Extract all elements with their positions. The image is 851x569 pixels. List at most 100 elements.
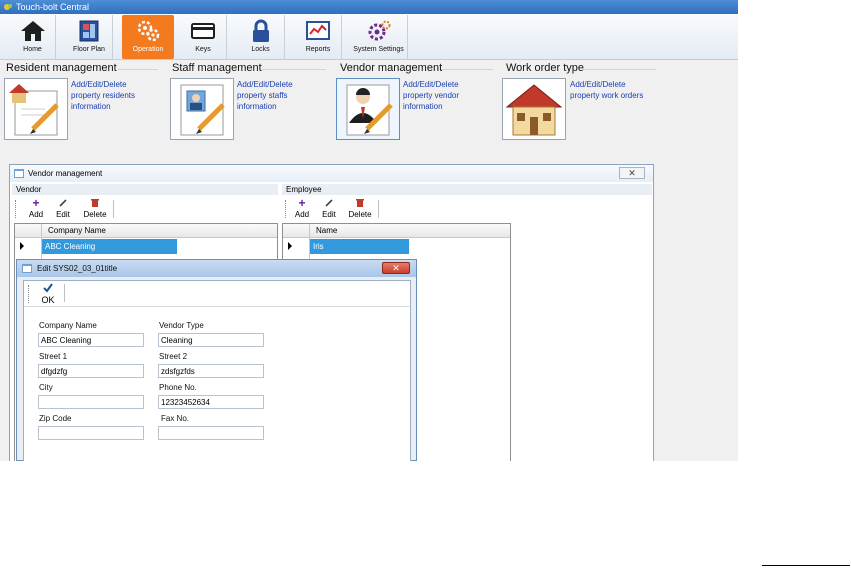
row-pointer-icon xyxy=(288,242,292,250)
resident-description: Add/Edit/Delete property residents infor… xyxy=(71,79,135,112)
toolbar-grip[interactable] xyxy=(15,200,18,218)
edit-vendor-dialog: Edit SYS02_03_01title ✕ OK Company Name … xyxy=(16,259,417,461)
section-title-work-order: Work order type xyxy=(506,62,585,74)
vendor-desc-line-2[interactable]: property vendor xyxy=(403,90,459,101)
pencil-icon xyxy=(59,199,67,207)
ribbon-reports-label: Reports xyxy=(305,46,331,53)
vendor-window-close-button[interactable]: ✕ xyxy=(619,167,645,179)
window-icon xyxy=(22,264,32,273)
ribbon-operation-button[interactable]: Operation xyxy=(122,15,174,59)
work-order-desc-line-1[interactable]: Add/Edit/Delete xyxy=(570,79,643,90)
employee-delete-button[interactable]: Delete xyxy=(345,197,375,221)
fax-input[interactable] xyxy=(158,426,264,440)
toolbar-separator xyxy=(64,284,65,302)
gears-icon xyxy=(137,20,160,42)
street2-input[interactable] xyxy=(158,364,264,378)
plus-icon: + xyxy=(32,196,40,210)
work-order-description: Add/Edit/Delete property work orders xyxy=(570,79,643,101)
section-divider xyxy=(262,69,326,70)
ribbon-home-label: Home xyxy=(23,46,42,53)
zip-code-label: Zip Code xyxy=(39,414,72,423)
section-divider xyxy=(118,69,158,70)
card-icon xyxy=(191,23,215,39)
edit-dialog-title-bar: Edit SYS02_03_01title ✕ xyxy=(17,260,416,277)
vendor-add-label: Add xyxy=(28,210,44,219)
employee-row[interactable]: Iris xyxy=(310,239,409,254)
vendor-type-input[interactable] xyxy=(158,333,264,347)
zip-code-input[interactable] xyxy=(38,426,144,440)
ribbon-system-settings-button[interactable]: System Settings xyxy=(350,15,408,59)
app-window: Touch-bolt Central Home Floor Plan Opera… xyxy=(0,0,738,461)
staff-management-tile[interactable] xyxy=(170,78,234,140)
street2-label: Street 2 xyxy=(159,352,188,361)
ribbon-toolbar: Home Floor Plan Operation Keys Locks Rep… xyxy=(0,14,738,60)
floor-plan-icon xyxy=(79,20,99,42)
vendor-add-button[interactable]: + Add xyxy=(25,197,47,221)
window-icon xyxy=(14,169,24,178)
trash-icon xyxy=(356,199,364,207)
work-order-desc-line-2[interactable]: property work orders xyxy=(570,90,643,101)
app-title: Touch-bolt Central xyxy=(16,2,90,12)
pencil-icon xyxy=(325,199,333,207)
employee-add-button[interactable]: + Add xyxy=(291,197,313,221)
city-label: City xyxy=(39,383,53,392)
vendor-company-name-column[interactable]: Company Name xyxy=(48,224,106,238)
phone-input[interactable] xyxy=(158,395,264,409)
vendor-management-tile[interactable] xyxy=(336,78,400,140)
vendor-edit-button[interactable]: Edit xyxy=(52,197,74,221)
staff-desc-line-2[interactable]: property staffs xyxy=(237,90,293,101)
company-name-input[interactable] xyxy=(38,333,144,347)
chart-icon xyxy=(306,21,330,40)
staff-desc-line-1[interactable]: Add/Edit/Delete xyxy=(237,79,293,90)
ribbon-home-button[interactable]: Home xyxy=(10,15,56,59)
employee-name-column[interactable]: Name xyxy=(316,224,337,238)
house-icon xyxy=(505,84,563,136)
vendor-type-label: Vendor Type xyxy=(159,321,204,330)
edit-dialog-body: OK Company Name Vendor Type Street 1 Str… xyxy=(23,280,411,461)
edit-dialog-title: Edit SYS02_03_01title xyxy=(37,264,118,273)
employee-group-header: Employee xyxy=(282,184,652,195)
street1-input[interactable] xyxy=(38,364,144,378)
employee-toolbar: + Add Edit Delete xyxy=(282,197,652,221)
vendor-delete-button[interactable]: Delete xyxy=(80,197,110,221)
work-order-type-tile[interactable] xyxy=(502,78,566,140)
vendor-window-title: Vendor management xyxy=(28,169,103,178)
employee-edit-button[interactable]: Edit xyxy=(318,197,340,221)
ok-button[interactable]: OK xyxy=(38,282,58,306)
section-title-vendor: Vendor management xyxy=(340,62,443,74)
toolbar-grip[interactable] xyxy=(28,285,31,303)
ribbon-system-settings-label: System Settings xyxy=(353,46,404,53)
city-input[interactable] xyxy=(38,395,144,409)
close-button[interactable]: ✕ xyxy=(382,262,410,274)
company-name-label: Company Name xyxy=(39,321,97,330)
resident-management-tile[interactable] xyxy=(4,78,68,140)
section-title-staff: Staff management xyxy=(172,62,262,74)
vendor-desc-line-1[interactable]: Add/Edit/Delete xyxy=(403,79,459,90)
plus-icon: + xyxy=(298,196,306,210)
underline-rule xyxy=(762,565,850,566)
resident-desc-line-3[interactable]: information xyxy=(71,101,135,112)
ribbon-floor-plan-button[interactable]: Floor Plan xyxy=(66,15,113,59)
ribbon-floor-plan-label: Floor Plan xyxy=(73,46,105,53)
ribbon-reports-button[interactable]: Reports xyxy=(295,15,342,59)
ribbon-locks-button[interactable]: Locks xyxy=(237,15,285,59)
resident-desc-line-1[interactable]: Add/Edit/Delete xyxy=(71,79,135,90)
vendor-window-title-bar: Vendor management ✕ xyxy=(10,165,653,182)
vendor-toolbar: + Add Edit Delete xyxy=(12,197,278,221)
section-divider xyxy=(441,69,493,70)
vendor-desc-line-3[interactable]: information xyxy=(403,101,459,112)
lock-icon xyxy=(252,19,269,42)
toolbar-grip[interactable] xyxy=(285,200,288,218)
phone-label: Phone No. xyxy=(159,383,197,392)
ok-label: OK xyxy=(41,295,55,305)
section-divider xyxy=(582,69,656,70)
ribbon-keys-button[interactable]: Keys xyxy=(180,15,227,59)
row-pointer-icon xyxy=(20,242,24,250)
employee-edit-label: Edit xyxy=(322,210,336,219)
vendor-row[interactable]: ABC Cleaning xyxy=(42,239,177,254)
staff-desc-line-3[interactable]: information xyxy=(237,101,293,112)
ribbon-locks-label: Locks xyxy=(251,46,270,53)
ribbon-keys-label: Keys xyxy=(195,46,211,53)
resident-desc-line-2[interactable]: property residents xyxy=(71,90,135,101)
fax-label: Fax No. xyxy=(161,414,190,423)
